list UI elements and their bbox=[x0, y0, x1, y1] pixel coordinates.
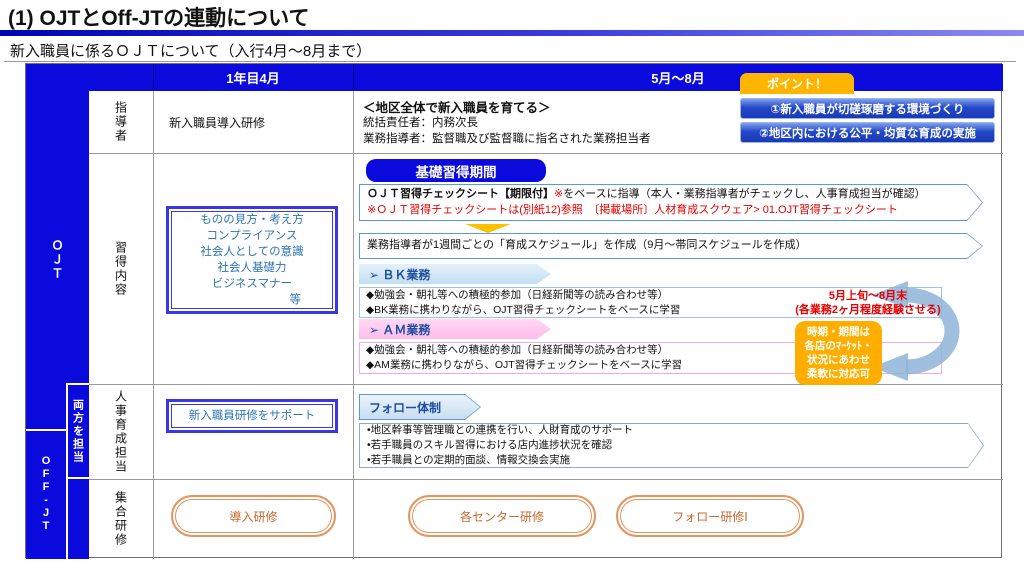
checksheet-box: ＯＪＴ習得チェックシート【期限付】※をベースに指導（本人・業務指導者がチェックし… bbox=[359, 184, 983, 221]
skill-etc: 等 bbox=[169, 292, 335, 308]
point-item-2: ②地区内における公平・均質な育成の実施 bbox=[740, 122, 995, 143]
point-badge: ポイント！ bbox=[740, 73, 854, 94]
flex-note-line: 各店のﾏｰｹｯﾄ・ bbox=[804, 339, 872, 353]
grid-line-vertical bbox=[153, 91, 154, 559]
skills-box: ものの見方・考え方 コンプライアンス 社会人としての意識 社会人基礎力 ビジネス… bbox=[166, 206, 338, 314]
checksheet-line1: ＯＪＴ習得チェックシート【期限付】※をベースに指導（本人・業務指導者がチェックし… bbox=[367, 187, 983, 203]
follow-bullet: •若手職員との定期的面談、情報交換会実施 bbox=[367, 453, 984, 468]
follow-bullet: •若手職員のスキル習得における店内進捗状況を確認 bbox=[367, 438, 984, 453]
row-label-hr-development: 人事育成担当 bbox=[89, 384, 153, 479]
band-divider bbox=[66, 477, 89, 479]
skill-line: ものの見方・考え方 bbox=[200, 212, 304, 228]
flex-note: 時期・期間は 各店のﾏｰｹｯﾄ・ 状況にあわせ 柔軟に対応可 bbox=[795, 321, 882, 385]
schedule-text: 業務指導者が1週間ごとの「育成スケジュール」を作成（9月～帯同スケジュールを作成… bbox=[367, 238, 983, 254]
skill-line: 社会人としての意識 bbox=[200, 244, 303, 260]
band-label-ojt: ＯＪＴ bbox=[26, 91, 89, 429]
training-center: 各センター研修 bbox=[408, 495, 596, 537]
leader-district-block: ＜地区全体で新入職員を育てる＞ 統括責任者：内務次長 業務指導者：監督職及び監督… bbox=[363, 97, 651, 147]
row-label-group-training: 集合研修 bbox=[89, 479, 153, 559]
checksheet-note: ※ＯＪＴ習得チェックシートは(別紙12)参照 〔掲載場所〕人材育成スクウェア> … bbox=[367, 203, 983, 219]
page-subtitle: 新入職員に係るＯＪＴについて（入行4月～8月まで） bbox=[10, 40, 371, 61]
leader-line2: 業務指導者：監督職及び監督職に指名された業務担当者 bbox=[363, 132, 651, 148]
header-divider bbox=[153, 64, 154, 91]
follow-banner-label: フォロー体制 bbox=[359, 394, 481, 420]
flex-note-line: 時期・期間は bbox=[807, 325, 870, 339]
period-note-line1: 5月上旬～8月末 bbox=[790, 290, 946, 304]
checksheet-bold: ＯＪＴ習得チェックシート【期限付】 bbox=[367, 188, 554, 200]
down-arrow-icon bbox=[465, 224, 511, 233]
support-box: 新入職員研修をサポート bbox=[166, 399, 338, 433]
support-box-text: 新入職員研修をサポート bbox=[189, 408, 316, 424]
band-divider bbox=[66, 383, 89, 385]
period-note: 5月上旬～8月末 (各業務2ヶ月程度経験させる) bbox=[790, 290, 946, 318]
bk-banner: ➢ ＢＫ業務 bbox=[359, 264, 551, 284]
follow-banner: フォロー体制 bbox=[359, 394, 481, 420]
header-period-april: 1年目4月 bbox=[153, 64, 353, 91]
checksheet-rest: をベースに指導（本人・業務指導者がチェックし、人事育成担当が確認） bbox=[563, 188, 925, 200]
leader-april-text: 新入職員導入研修 bbox=[169, 91, 353, 153]
follow-bullets-box: •地区幹事等管理職との連携を行い、人財育成のサポート •若手職員のスキル習得にお… bbox=[359, 423, 984, 468]
subtitle-divider bbox=[4, 61, 1016, 62]
leader-line1: 統括責任者：内務次長 bbox=[363, 116, 651, 132]
ojt-schedule-table: 1年目4月 5月～8月 ＯＪＴ 両方を担当 OFF-JT 指導者 習得内容 人事… bbox=[25, 63, 1002, 558]
period-note-line2: (各業務2ヶ月程度経験させる) bbox=[790, 304, 946, 318]
header-divider bbox=[353, 64, 354, 91]
row-label-leader: 指導者 bbox=[89, 91, 153, 153]
grid-line-vertical bbox=[353, 91, 354, 559]
table-header-row: 1年目4月 5月～8月 bbox=[26, 64, 1003, 91]
follow-bullet: •地区幹事等管理職との連携を行い、人財育成のサポート bbox=[367, 423, 984, 438]
skill-line: コンプライアンス bbox=[207, 228, 298, 244]
schedule-box: 業務指導者が1週間ごとの「育成スケジュール」を作成（9月～帯同スケジュールを作成… bbox=[359, 233, 983, 259]
training-follow: フォロー研修Ⅰ bbox=[616, 495, 804, 537]
page-title: (1) OJTとOff-JTの連動について bbox=[8, 2, 310, 32]
flex-note-line: 状況にあわせ bbox=[807, 353, 870, 367]
band-label-both: 両方を担当 bbox=[66, 383, 89, 479]
skill-line: 社会人基礎力 bbox=[218, 260, 287, 276]
band-label-offjt: OFF-JT bbox=[26, 429, 66, 559]
band-divider bbox=[26, 429, 66, 431]
title-underline-bar bbox=[0, 30, 1024, 36]
grid-line-horizontal bbox=[89, 153, 1003, 154]
leader-heading: ＜地区全体で新入職員を育てる＞ bbox=[363, 97, 651, 116]
phase-badge: 基礎習得期間 bbox=[366, 159, 546, 182]
skill-line: ビジネスマナー bbox=[212, 276, 292, 292]
header-period-may-aug: 5月～8月 bbox=[353, 64, 1003, 91]
band-divider bbox=[66, 383, 68, 559]
am-banner: ➢ ＡＭ業務 bbox=[359, 319, 551, 339]
training-intro: 導入研修 bbox=[171, 495, 336, 537]
point-item-1: ①新入職員が切磋琢磨する環境づくり bbox=[740, 98, 995, 119]
flex-note-line: 柔軟に対応可 bbox=[807, 367, 870, 381]
row-label-acquire-content: 習得内容 bbox=[89, 153, 153, 384]
grid-line-horizontal bbox=[89, 479, 1003, 480]
checksheet-marker: ※ bbox=[554, 188, 563, 200]
left-category-band: ＯＪＴ 両方を担当 OFF-JT bbox=[26, 91, 89, 559]
slide-canvas: (1) OJTとOff-JTの連動について 新入職員に係るＯＪＴについて（入行4… bbox=[0, 0, 1024, 576]
